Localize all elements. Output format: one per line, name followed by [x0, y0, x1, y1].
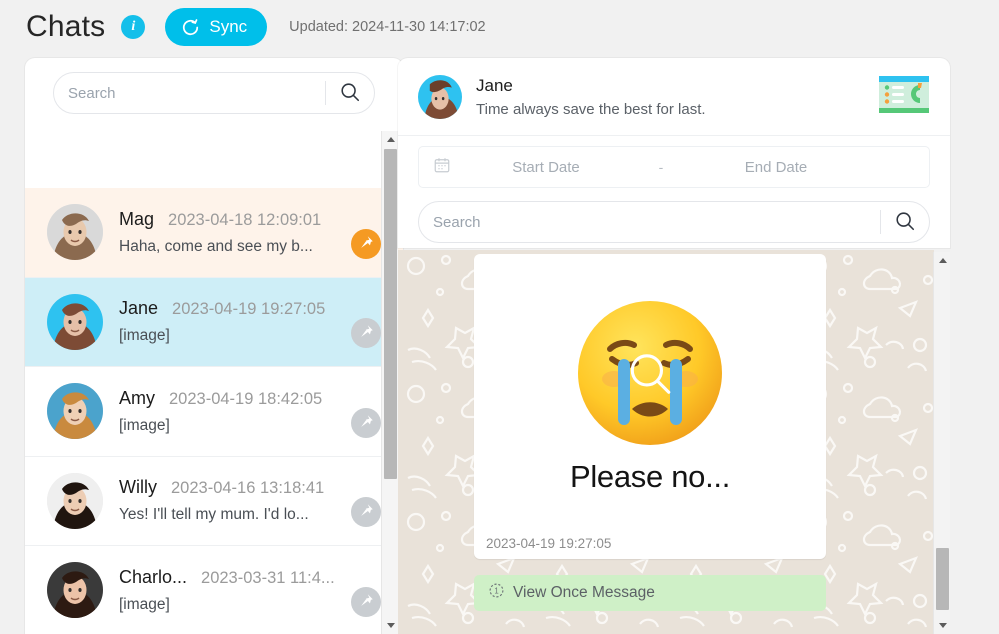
pin-button[interactable]	[351, 228, 381, 259]
chat-item-meta: Charlo... 2023-03-31 11:4... [image]	[119, 567, 387, 614]
top-bar: Chats i Sync Updated: 2024-11-30 14:17:0…	[0, 0, 999, 54]
avatar	[47, 383, 103, 440]
pin-button[interactable]	[351, 586, 381, 617]
chat-item-meta: Jane 2023-04-19 19:27:05 [image]	[119, 298, 387, 345]
chat-list[interactable]: Mag 2023-04-18 12:09:01 Haha, come and see…	[25, 188, 403, 634]
conversation-header-panel: Jane Time always save the best for last.	[398, 58, 950, 248]
date-filter-container: Start Date - End Date	[398, 136, 950, 188]
pin-icon	[359, 414, 374, 432]
message-timestamp: 2023-04-19 19:27:05	[486, 536, 612, 551]
search-button[interactable]	[326, 73, 374, 113]
date-range-separator: -	[658, 159, 664, 175]
message-image[interactable]: Please no...	[482, 262, 818, 526]
avatar	[47, 472, 103, 529]
chat-item-name: Jane	[119, 298, 159, 319]
chat-item-time: 2023-04-19 18:42:05	[169, 389, 323, 408]
sync-button-label: Sync	[209, 17, 248, 36]
chat-list-panel: Mag 2023-04-18 12:09:01 Haha, come and see…	[25, 58, 403, 634]
view-once-label: View Once Message	[513, 584, 655, 601]
pin-icon	[359, 593, 374, 611]
chat-item-meta: Amy 2023-04-19 18:42:05 [image]	[119, 388, 387, 435]
pin-icon	[359, 235, 374, 253]
chat-item-time: 2023-03-31 11:4...	[201, 568, 335, 587]
view-once-message-banner[interactable]: 1 View Once Message	[474, 575, 826, 611]
chat-item-name: Willy	[119, 477, 157, 498]
chat-item-name: Charlo...	[119, 566, 188, 587]
chat-list-scrollbar[interactable]	[381, 131, 398, 634]
chat-item-preview: [image]	[119, 327, 170, 345]
caret-up-icon[interactable]	[934, 252, 951, 269]
pin-icon	[359, 324, 374, 342]
chat-list-item[interactable]: Mag 2023-04-18 12:09:01 Haha, come and see…	[25, 188, 403, 278]
date-range-picker[interactable]: Start Date - End Date	[418, 146, 930, 188]
conversation-header: Jane Time always save the best for last.	[398, 58, 950, 136]
chat-item-name: Mag	[119, 208, 155, 229]
message-search-field[interactable]	[418, 201, 930, 243]
chat-item-name: Amy	[119, 387, 155, 408]
message-bubble[interactable]: Please no... 2023-04-19 19:27:05	[474, 254, 826, 559]
chat-item-preview: [image]	[119, 595, 170, 613]
call-log-icon[interactable]	[876, 72, 932, 121]
message-caption: Please no...	[569, 459, 731, 494]
svg-text:1: 1	[494, 586, 498, 595]
contact-name: Jane	[476, 75, 513, 95]
caret-down-icon[interactable]	[934, 617, 951, 634]
chat-item-time: 2023-04-19 19:27:05	[172, 300, 326, 319]
pin-icon	[359, 503, 374, 521]
chat-item-meta: Willy 2023-04-16 13:18:41 Yes! I'll tell m…	[119, 477, 387, 524]
chat-item-preview: [image]	[119, 416, 170, 434]
page-title: Chats	[26, 10, 106, 43]
chat-list-item[interactable]: Jane 2023-04-19 19:27:05 [image]	[25, 277, 403, 367]
avatar	[47, 293, 103, 350]
info-icon[interactable]: i	[121, 15, 146, 39]
scrollbar-thumb[interactable]	[384, 149, 397, 479]
conversation-contact-info: Jane Time always save the best for last.	[476, 76, 876, 118]
scrollbar-thumb[interactable]	[936, 548, 949, 610]
search-input[interactable]	[54, 84, 325, 102]
caret-up-icon[interactable]	[382, 131, 399, 148]
updated-timestamp: Updated: 2024-11-30 14:17:02	[289, 19, 486, 35]
chat-item-preview: Haha, come and see my b...	[119, 237, 313, 255]
message-search-button[interactable]	[881, 202, 929, 242]
search-icon	[339, 81, 361, 106]
loudly-crying-face-emoji	[570, 293, 730, 453]
chat-list-item[interactable]: Willy 2023-04-16 13:18:41 Yes! I'll tell m…	[25, 456, 403, 546]
pin-button[interactable]	[351, 318, 381, 348]
avatar	[47, 562, 103, 619]
pin-button[interactable]	[351, 407, 381, 438]
sync-button[interactable]: Sync	[165, 8, 268, 46]
chat-item-time: 2023-04-16 13:18:41	[171, 479, 325, 498]
chat-list-item[interactable]: Amy 2023-04-19 18:42:05 [image]	[25, 367, 403, 457]
chat-item-preview: Yes! I'll tell my mum. I'd lo...	[119, 506, 309, 524]
contact-status: Time always save the best for last.	[476, 100, 706, 118]
avatar	[47, 204, 103, 261]
pin-button[interactable]	[351, 497, 381, 527]
chat-item-time: 2023-04-18 12:09:01	[168, 210, 322, 229]
message-search-container	[398, 188, 950, 248]
chat-search-container	[25, 58, 403, 127]
magnifier-icon[interactable]	[625, 349, 675, 404]
view-once-icon: 1	[488, 582, 505, 604]
chat-list-item[interactable]: Charlo... 2023-03-31 11:4... [image]	[25, 546, 403, 634]
message-area-scrollbar[interactable]	[933, 252, 950, 634]
search-icon	[894, 210, 916, 235]
start-date-input[interactable]: Start Date	[451, 159, 641, 176]
chat-search-field[interactable]	[53, 72, 375, 114]
avatar	[418, 74, 462, 119]
end-date-input[interactable]: End Date	[681, 159, 871, 176]
calendar-icon	[433, 156, 451, 179]
chat-item-meta: Mag 2023-04-18 12:09:01 Haha, come and see…	[119, 209, 387, 256]
refresh-icon	[181, 18, 200, 37]
message-search-input[interactable]	[419, 213, 880, 231]
caret-down-icon[interactable]	[382, 617, 399, 634]
message-area[interactable]: Please no... 2023-04-19 19:27:05 1 View …	[398, 250, 934, 634]
